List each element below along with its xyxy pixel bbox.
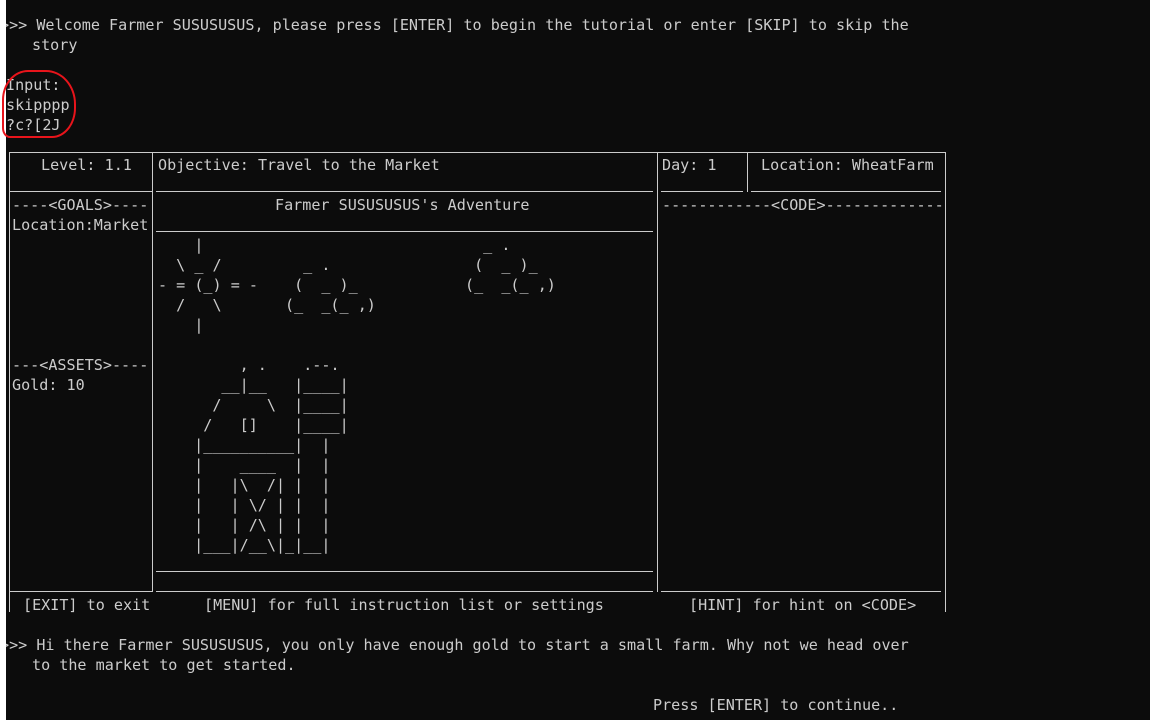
adventure-title: Farmer SUSUSUSUS's Adventure: [275, 196, 530, 214]
cloud-ascii-art: _ . ( _ )_ (_ _(_ ,): [285, 256, 376, 314]
cloud-ascii-art-2: _ . ( _ )_ (_ _(_ ,): [465, 236, 556, 294]
center-panel-bottom: [156, 571, 653, 572]
box-right-border: [945, 152, 946, 612]
status-row-bottom-left: [9, 191, 152, 192]
location-indicator: Location: WheatFarm: [761, 156, 934, 174]
day-divider: [747, 152, 748, 192]
input-label: Input:: [6, 76, 61, 94]
exit-hint: [EXIT] to exit: [23, 596, 151, 614]
continue-prompt: Press [ENTER] to continue..: [653, 696, 899, 714]
intro-line-2: story: [32, 36, 78, 54]
goal-item: Location:Market: [12, 216, 149, 234]
status-row-bottom-center: [156, 191, 653, 192]
terminal-window[interactable]: >>> Welcome Farmer SUSUSUSUS, please pre…: [6, 0, 1150, 720]
center-panel-bottom-2: [156, 591, 653, 592]
intro-line-1: >>> Welcome Farmer SUSUSUSUS, please pre…: [6, 16, 909, 34]
sun-ascii-art: | \ _ / - = (_) = - / \ |: [158, 236, 258, 334]
status-row-bottom-day: [661, 191, 743, 192]
level-indicator: Level: 1.1: [41, 156, 132, 174]
title-row-bottom: [156, 231, 653, 232]
right-panel-divider: [657, 152, 658, 592]
code-header: ------------<CODE>-------------: [662, 196, 944, 214]
gold-counter: Gold: 10: [12, 376, 85, 394]
objective-text: Objective: Travel to the Market: [158, 156, 440, 174]
message-line-2: to the market to get started.: [32, 656, 296, 674]
screenshot: >>> Welcome Farmer SUSUSUSUS, please pre…: [0, 0, 1150, 720]
left-panel-divider: [152, 152, 153, 592]
assets-header: ---<ASSETS>----: [12, 356, 149, 374]
box-top-border: [9, 152, 945, 153]
status-row-bottom-loc: [751, 191, 941, 192]
goals-header: ----<GOALS>----: [12, 196, 149, 214]
menu-hint: [MENU] for full instruction list or sett…: [204, 596, 604, 614]
input-value[interactable]: skipppp: [6, 95, 70, 115]
code-hint: [HINT] for hint on <CODE>: [689, 596, 917, 614]
day-counter: Day: 1: [662, 156, 717, 174]
farmhouse-ascii-art: , . .--. __|__ |____| / \ |____| / [] |_…: [194, 356, 349, 554]
left-panel-bottom: [9, 591, 152, 592]
message-line-1: >>> Hi there Farmer SUSUSUSUS, you only …: [6, 636, 909, 654]
escape-residue: ?c?[2J: [6, 116, 61, 134]
box-left-border: [9, 152, 10, 612]
right-panel-bottom: [661, 591, 941, 592]
